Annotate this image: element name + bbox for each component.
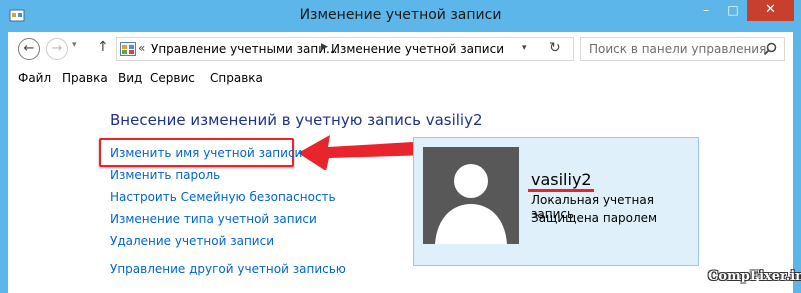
close-button[interactable]: ✕ [747, 0, 794, 21]
family-safety-link[interactable]: Настроить Семейную безопасность [110, 190, 336, 204]
back-button[interactable]: ← [18, 38, 40, 60]
window-frame-right [793, 32, 801, 293]
up-button[interactable]: ↑ [97, 39, 109, 55]
account-card: vasiliy2 Локальная учетная запись Защище… [413, 137, 699, 266]
name-underline-annotation [528, 189, 594, 192]
menu-file[interactable]: Файл [18, 71, 51, 85]
menu-bar: Файл Правка Вид Сервис Справка [8, 68, 793, 90]
account-name: vasiliy2 [531, 170, 592, 189]
watermark: CompFixer.info [708, 269, 801, 284]
menu-tools[interactable]: Сервис [150, 71, 195, 85]
search-placeholder: Поиск в панели управления [589, 42, 767, 56]
window-title: Изменение учетной записи [299, 7, 502, 23]
change-account-type-link[interactable]: Изменение типа учетной записи [110, 212, 317, 226]
user-silhouette-icon [435, 164, 507, 244]
menu-edit[interactable]: Правка [62, 71, 108, 85]
maximize-button[interactable]: □ [720, 0, 746, 21]
address-bar[interactable]: « Управление учетными запи... ▶ Изменени… [116, 37, 574, 61]
search-icon[interactable] [763, 42, 777, 56]
menu-view[interactable]: Вид [118, 71, 142, 85]
breadcrumb-overflow-icon[interactable]: « [138, 41, 145, 55]
menu-help[interactable]: Справка [210, 71, 263, 85]
breadcrumb-separator-icon[interactable]: ▶ [321, 42, 328, 52]
control-panel-icon [120, 42, 136, 56]
delete-account-link[interactable]: Удаление учетной записи [110, 234, 274, 248]
window-frame-left [0, 32, 8, 293]
account-protection-status: Защищена паролем [531, 211, 658, 225]
search-input[interactable]: Поиск в панели управления [580, 37, 785, 61]
address-dropdown-icon[interactable]: ▾ [522, 43, 527, 53]
recent-locations-icon[interactable]: ▾ [72, 40, 77, 50]
breadcrumb-user-accounts[interactable]: Управление учетными запи... [151, 42, 337, 56]
change-password-link[interactable]: Изменить пароль [110, 168, 220, 182]
title-bar: Изменение учетной записи – □ ✕ [0, 0, 801, 32]
breadcrumb-change-account[interactable]: Изменение учетной записи [331, 42, 504, 56]
avatar [423, 147, 519, 244]
manage-other-account-link[interactable]: Управление другой учетной записью [110, 262, 346, 276]
minimize-button[interactable]: – [693, 0, 719, 21]
main-content: Внесение изменений в учетную запись vasi… [8, 90, 801, 293]
navigation-bar: ← → ▾ ↑ « Управление учетными запи... ▶ … [8, 32, 793, 68]
page-title: Внесение изменений в учетную запись vasi… [110, 111, 483, 129]
rename-account-link[interactable]: Изменить имя учетной записи [110, 146, 302, 160]
refresh-icon[interactable]: ↻ [549, 40, 561, 56]
forward-button[interactable]: → [46, 38, 68, 60]
